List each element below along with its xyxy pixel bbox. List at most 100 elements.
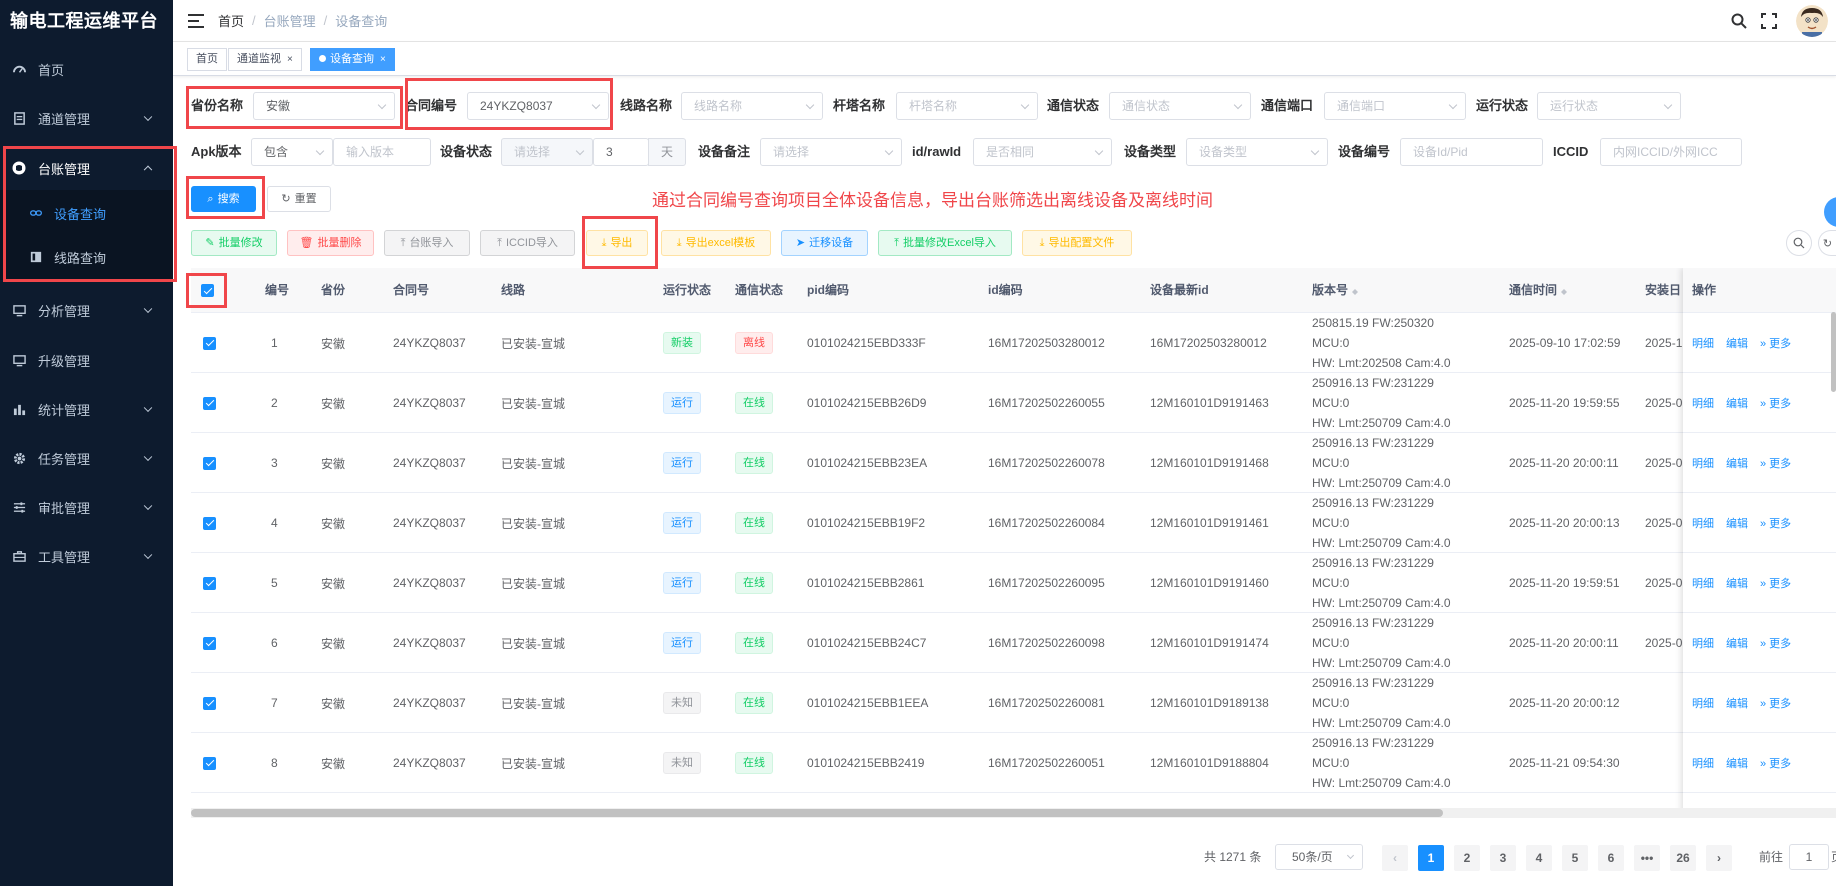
page-4-button[interactable]: 4 [1526,845,1552,871]
edit-link[interactable]: 编辑 [1726,575,1748,591]
detail-link[interactable]: 明细 [1692,455,1714,471]
sidebar-item-4[interactable]: 升级管理 [0,335,173,385]
detail-link[interactable]: 明细 [1692,335,1714,351]
tag-device-query[interactable]: 设备查询 × [310,48,395,71]
edit-link[interactable]: 编辑 [1726,695,1748,711]
more-link[interactable]: » 更多 [1760,635,1791,651]
export-config-button[interactable]: ⤓ 导出配置文件 [1022,230,1132,256]
page-2-button[interactable]: 2 [1454,845,1480,871]
edit-link[interactable]: 编辑 [1726,395,1748,411]
close-icon[interactable]: × [380,54,386,65]
page-6-button[interactable]: 6 [1598,845,1624,871]
row-checkbox[interactable] [203,733,216,793]
page-1-button[interactable]: 1 [1418,845,1444,871]
export-button[interactable]: ⤓ 导出 [586,230,648,256]
device-no-input[interactable]: 设备Id/Pid [1400,138,1543,166]
search-icon[interactable] [1730,12,1748,30]
sidebar-item-2[interactable]: 台账管理 [0,143,173,193]
floating-button[interactable] [1824,197,1836,227]
detail-link[interactable]: 明细 [1692,635,1714,651]
tower-select[interactable]: 杆塔名称 [896,92,1038,120]
comm-status-select[interactable]: 通信状态 [1109,92,1251,120]
tag-channel-monitor[interactable]: 通道监视 × [228,48,302,71]
edit-link[interactable]: 编辑 [1726,515,1748,531]
sidebar-item-8[interactable]: 工具管理 [0,531,173,581]
horizontal-scrollbar[interactable] [191,808,1836,818]
sidebar-subitem-1[interactable]: 线路查询 [0,234,173,280]
table-row[interactable]: 6 安徽 24YKZQ8037 已安装-宣城 运行 在线 0101024215EBB24C7… [191,613,1836,673]
sidebar-item-6[interactable]: 任务管理 [0,433,173,483]
row-checkbox[interactable] [203,553,216,613]
more-link[interactable]: » 更多 [1760,695,1791,711]
more-link[interactable]: » 更多 [1760,395,1791,411]
migrate-device-button[interactable]: ➤ 迁移设备 [781,230,868,256]
select-all-checkbox[interactable] [201,268,214,313]
table-row[interactable]: 1 安徽 24YKZQ8037 已安装-宣城 新装 离线 0101024215EBD333F… [191,313,1836,373]
iccid-import-button[interactable]: ⤒ ICCID导入 [480,230,575,256]
device-status-select[interactable]: 请选择 [501,138,593,166]
avatar[interactable] [1796,5,1828,37]
page-5-button[interactable]: 5 [1562,845,1588,871]
edit-link[interactable]: 编辑 [1726,335,1748,351]
ledger-import-button[interactable]: ⤒ 台账导入 [384,230,470,256]
refresh-button[interactable]: ↻ [1818,230,1836,256]
search-toggle-button[interactable] [1786,230,1812,256]
row-checkbox[interactable] [203,433,216,493]
tag-home[interactable]: 首页 [187,48,227,71]
search-button[interactable]: ⌕ 搜索 [191,186,256,212]
apk-version-input[interactable]: 输入版本 [333,138,431,166]
sidebar-item-0[interactable]: 首页 [0,44,173,94]
device-note-select[interactable]: 请选择 [760,138,902,166]
more-link[interactable]: » 更多 [1760,515,1791,531]
batch-edit-button[interactable]: ✎ 批量修改 [191,230,277,256]
batch-delete-button[interactable]: 🗑 批量删除 [287,230,374,256]
more-link[interactable]: » 更多 [1760,335,1791,351]
iccid-input[interactable]: 内网ICCID/外网ICC [1600,138,1742,166]
apk-op-select[interactable]: 包含 [251,138,333,166]
edit-link[interactable]: 编辑 [1726,635,1748,651]
row-checkbox[interactable] [203,613,216,673]
page-size-select[interactable]: 50条/页 [1275,844,1363,870]
reset-button[interactable]: ↻ 重置 [267,186,331,212]
detail-link[interactable]: 明细 [1692,755,1714,771]
edit-link[interactable]: 编辑 [1726,455,1748,471]
rawid-select[interactable]: 是否相同 [973,138,1112,166]
table-row[interactable]: 7 安徽 24YKZQ8037 已安装-宣城 未知 在线 0101024215EBB1EEA… [191,673,1836,733]
more-link[interactable]: » 更多 [1760,455,1791,471]
pagination-ellipsis[interactable]: ••• [1634,845,1660,871]
days-input[interactable]: 3 [593,138,649,166]
line-select[interactable]: 线路名称 [681,92,823,120]
vertical-scrollbar[interactable] [1831,312,1836,392]
page-26-button[interactable]: 26 [1670,845,1696,871]
table-row[interactable]: 8 安徽 24YKZQ8037 已安装-宣城 未知 在线 0101024215EBB2419… [191,733,1836,793]
close-icon[interactable]: × [287,54,293,65]
edit-link[interactable]: 编辑 [1726,755,1748,771]
sidebar-item-3[interactable]: 分析管理 [0,285,173,335]
device-type-select[interactable]: 设备类型 [1186,138,1328,166]
table-row[interactable]: 5 安徽 24YKZQ8037 已安装-宣城 运行 在线 0101024215EBB2861… [191,553,1836,613]
batch-excel-import-button[interactable]: ⤒ 批量修改Excel导入 [878,230,1012,256]
goto-page-input[interactable]: 1 [1789,844,1829,870]
breadcrumb-home[interactable]: 首页 [218,11,244,30]
fullscreen-icon[interactable] [1760,12,1778,30]
detail-link[interactable]: 明细 [1692,575,1714,591]
table-row[interactable]: 2 安徽 24YKZQ8037 已安装-宣城 运行 在线 0101024215EBB26D9… [191,373,1836,433]
row-checkbox[interactable] [203,673,216,733]
run-status-select[interactable]: 运行状态 [1537,92,1681,120]
sidebar-item-1[interactable]: 通道管理 [0,93,173,143]
th-comm-time[interactable]: 通信时间 [1509,268,1568,313]
sidebar-subitem-0[interactable]: 设备查询 [0,190,173,236]
row-checkbox[interactable] [203,373,216,433]
breadcrumb-ledger[interactable]: 台账管理 [264,11,316,30]
more-link[interactable]: » 更多 [1760,755,1791,771]
comm-port-select[interactable]: 通信端口 [1324,92,1466,120]
th-version[interactable]: 版本号 [1312,268,1359,313]
detail-link[interactable]: 明细 [1692,695,1714,711]
sidebar-item-5[interactable]: 统计管理 [0,384,173,434]
contract-select[interactable]: 24YKZQ8037 [467,92,609,120]
more-link[interactable]: » 更多 [1760,575,1791,591]
export-excel-template-button[interactable]: ⤓ 导出excel模板 [661,230,771,256]
next-page-button[interactable]: › [1706,845,1732,871]
row-checkbox[interactable] [203,493,216,553]
row-checkbox[interactable] [203,313,216,373]
